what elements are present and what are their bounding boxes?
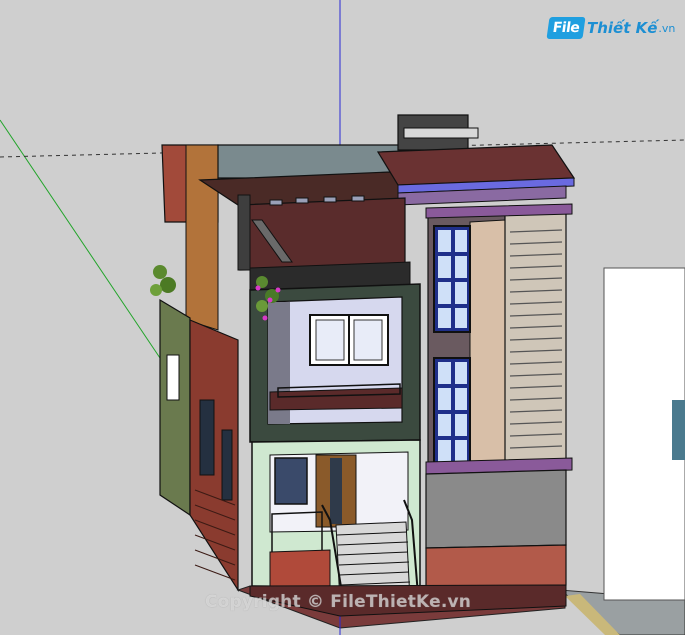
brand-logo: File Thiết Kế .vn [546, 14, 676, 42]
left-window-tall [199, 399, 215, 476]
neighbor-window [672, 400, 685, 460]
ground-right-brick [425, 544, 567, 589]
green-axis [0, 119, 161, 359]
upper-frame-top [237, 194, 251, 271]
copyright-watermark: Copyright © FileThietKe.vn [205, 592, 472, 612]
ground-door-glass [330, 458, 342, 524]
skylight-1 [269, 199, 283, 206]
stair-tower-cap [403, 127, 479, 139]
logo-name: Thiết Kế [587, 19, 658, 37]
window-main-glass-l [315, 319, 345, 361]
skylight-4 [351, 195, 365, 202]
ground-base-brick [269, 549, 331, 589]
left-lower-wall [159, 298, 191, 517]
ground-window [274, 457, 308, 505]
skylight-2 [295, 197, 309, 204]
left-wood-panel [185, 144, 219, 331]
plant-left [150, 265, 176, 296]
house-3d-model [0, 0, 685, 635]
logo-badge: File [546, 17, 586, 39]
left-window-small [166, 354, 180, 401]
left-window-tall-2 [221, 429, 233, 501]
ground-right-wall [425, 469, 567, 549]
modeling-viewport[interactable]: File Thiết Kế .vn Copyright © FileThietK… [0, 0, 685, 635]
tower-beige-column [469, 219, 506, 473]
window-main-glass-r [353, 319, 383, 361]
tower-window-lower [433, 357, 471, 467]
skylight-3 [323, 196, 337, 203]
tower-window-upper [433, 225, 471, 333]
logo-tld: .vn [658, 21, 676, 35]
frame-balcony-floor [269, 387, 403, 411]
